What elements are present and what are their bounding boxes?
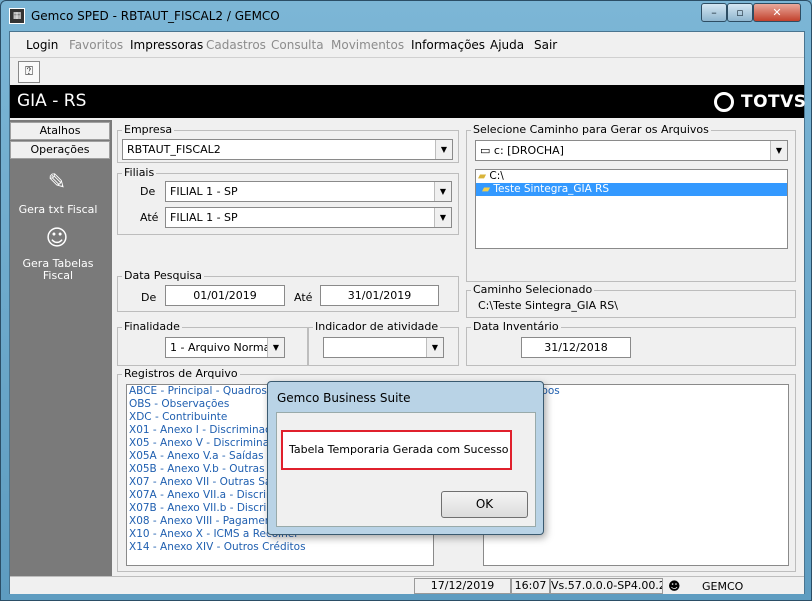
data-de-label: De <box>141 291 157 304</box>
folder-icon: ▰ <box>478 170 487 182</box>
title-bar[interactable]: ▦ Gemco SPED - RBTAUT_FISCAL2 / GEMCO – … <box>1 1 811 31</box>
chevron-down-icon[interactable]: ▼ <box>434 208 451 227</box>
totvs-logo-icon <box>714 92 734 112</box>
app-icon: ▦ <box>9 8 25 24</box>
chevron-down-icon[interactable]: ▼ <box>770 141 787 160</box>
indicador-group: Indicador de atividade ▼ <box>308 321 459 366</box>
finalidade-value: 1 - Arquivo Normal <box>170 341 274 354</box>
filial-de-label: De <box>140 185 156 198</box>
dialog-message: Tabela Temporaria Gerada com Sucesso <box>289 443 509 456</box>
person-icon[interactable]: ☺ <box>42 226 72 254</box>
window-frame: ▦ Gemco SPED - RBTAUT_FISCAL2 / GEMCO – … <box>0 0 812 601</box>
drive-icon: ▭ <box>480 144 494 157</box>
chevron-down-icon[interactable]: ▼ <box>435 140 452 159</box>
sidebar-item-gera-tabelas-fiscal[interactable]: Gera Tabelas Fiscal <box>18 258 98 282</box>
toolbar: ⍰ <box>10 59 804 85</box>
data-inventario-group: Data Inventário 31/12/2018 <box>466 321 796 366</box>
tab-operacoes[interactable]: Operações <box>10 141 110 159</box>
filiais-group: Filiais De FILIAL 1 - SP ▼ Até FILIAL 1 … <box>117 167 459 235</box>
data-ate-input[interactable]: 31/01/2019 <box>320 285 439 306</box>
left-panel: Atalhos Operações ✎ Gera txt Fiscal ☺ Ge… <box>10 120 112 576</box>
help-icon[interactable]: ⍰ <box>18 61 40 83</box>
filial-ate-label: Até <box>140 211 159 224</box>
status-time: 16:07 <box>511 578 550 594</box>
empresa-select[interactable]: RBTAUT_FISCAL2 ▼ <box>122 139 453 160</box>
menu-bar: Login Favoritos Impressoras Cadastros Co… <box>10 32 804 58</box>
page-title: GIA - RS <box>17 91 87 111</box>
minimize-button[interactable]: – <box>701 3 727 22</box>
status-user: GEMCO <box>702 580 744 593</box>
filial-ate-value: FILIAL 1 - SP <box>170 211 238 224</box>
data-pesquisa-label: Data Pesquisa <box>122 269 204 282</box>
menu-sair[interactable]: Sair <box>534 38 557 52</box>
header-band: GIA - RS TOTVS <box>10 85 807 118</box>
empresa-group: Empresa RBTAUT_FISCAL2 ▼ <box>117 124 459 163</box>
tab-atalhos[interactable]: Atalhos <box>10 122 110 140</box>
dialog-title: Gemco Business Suite <box>277 391 411 405</box>
drive-value: c: [DROCHA] <box>493 144 564 157</box>
ok-button[interactable]: OK <box>441 491 528 518</box>
filial-de-select[interactable]: FILIAL 1 - SP ▼ <box>165 181 452 202</box>
menu-informacoes[interactable]: Informações <box>411 38 485 52</box>
data-ate-label: Até <box>294 291 313 304</box>
caminho-selecionado-group: Caminho Selecionado C:\Teste Sintegra_GI… <box>466 284 796 318</box>
filiais-label: Filiais <box>122 166 157 179</box>
data-inventario-label: Data Inventário <box>471 320 561 333</box>
empresa-label: Empresa <box>122 123 175 136</box>
dialog-body: Tabela Temporaria Gerada com Sucesso OK <box>276 412 536 527</box>
close-button[interactable]: ✕ <box>753 3 801 22</box>
drive-select[interactable]: ▭ c: [DROCHA] ▼ <box>475 140 788 161</box>
pen-icon[interactable]: ✎ <box>42 170 72 198</box>
empresa-value: RBTAUT_FISCAL2 <box>127 143 221 156</box>
list-item[interactable]: ▰ Teste Sintegra_GIA RS <box>476 183 787 196</box>
list-item[interactable]: X14 - Anexo XIV - Outros Créditos <box>127 541 433 554</box>
registros-label: Registros de Arquivo <box>122 367 240 380</box>
menu-consulta[interactable]: Consulta <box>271 38 324 52</box>
message-dialog: Gemco Business Suite Tabela Temporaria G… <box>267 381 544 535</box>
list-item[interactable]: ▰ C:\ <box>476 170 787 183</box>
filial-ate-select[interactable]: FILIAL 1 - SP ▼ <box>165 207 452 228</box>
menu-ajuda[interactable]: Ajuda <box>490 38 524 52</box>
finalidade-label: Finalidade <box>122 320 182 333</box>
caminho-label: Selecione Caminho para Gerar os Arquivos <box>471 123 711 136</box>
finalidade-select[interactable]: 1 - Arquivo Normal ▼ <box>165 337 285 358</box>
folder-open-icon: ▰ <box>482 183 491 195</box>
chevron-down-icon[interactable]: ▼ <box>434 182 451 201</box>
status-bar: 17/12/2019 16:07 Vs.57.0.0.0-SP4.00.24 ☻… <box>10 576 804 594</box>
menu-cadastros[interactable]: Cadastros <box>206 38 266 52</box>
data-pesquisa-group: Data Pesquisa De 01/01/2019 Até 31/01/20… <box>117 270 459 312</box>
caminho-group: Selecione Caminho para Gerar os Arquivos… <box>466 124 796 282</box>
maximize-button[interactable]: ▫ <box>727 3 753 22</box>
status-date: 17/12/2019 <box>414 578 511 594</box>
data-inventario-input[interactable]: 31/12/2018 <box>521 337 631 358</box>
indicador-label: Indicador de atividade <box>313 320 441 333</box>
folder-list[interactable]: ▰ C:\ ▰ Teste Sintegra_GIA RS <box>475 169 788 249</box>
menu-login[interactable]: Login <box>26 38 58 52</box>
dialog-message-box: Tabela Temporaria Gerada com Sucesso <box>281 430 512 470</box>
caminho-selecionado-value: C:\Teste Sintegra_GIA RS\ <box>478 299 618 312</box>
chevron-down-icon[interactable]: ▼ <box>426 338 443 357</box>
brand-name: TOTVS <box>741 92 807 112</box>
chevron-down-icon[interactable]: ▼ <box>267 338 284 357</box>
menu-impressoras[interactable]: Impressoras <box>130 38 203 52</box>
menu-movimentos[interactable]: Movimentos <box>331 38 404 52</box>
status-version: Vs.57.0.0.0-SP4.00.24 <box>550 578 663 594</box>
finalidade-group: Finalidade 1 - Arquivo Normal ▼ <box>117 321 308 366</box>
filial-de-value: FILIAL 1 - SP <box>170 185 238 198</box>
user-icon: ☻ <box>668 579 681 593</box>
sidebar-item-gera-txt-fiscal[interactable]: Gera txt Fiscal <box>10 204 106 216</box>
menu-favoritos[interactable]: Favoritos <box>69 38 123 52</box>
window-title: Gemco SPED - RBTAUT_FISCAL2 / GEMCO <box>31 9 280 23</box>
data-de-input[interactable]: 01/01/2019 <box>165 285 285 306</box>
indicador-select[interactable]: ▼ <box>323 337 444 358</box>
caminho-selecionado-label: Caminho Selecionado <box>471 283 595 296</box>
